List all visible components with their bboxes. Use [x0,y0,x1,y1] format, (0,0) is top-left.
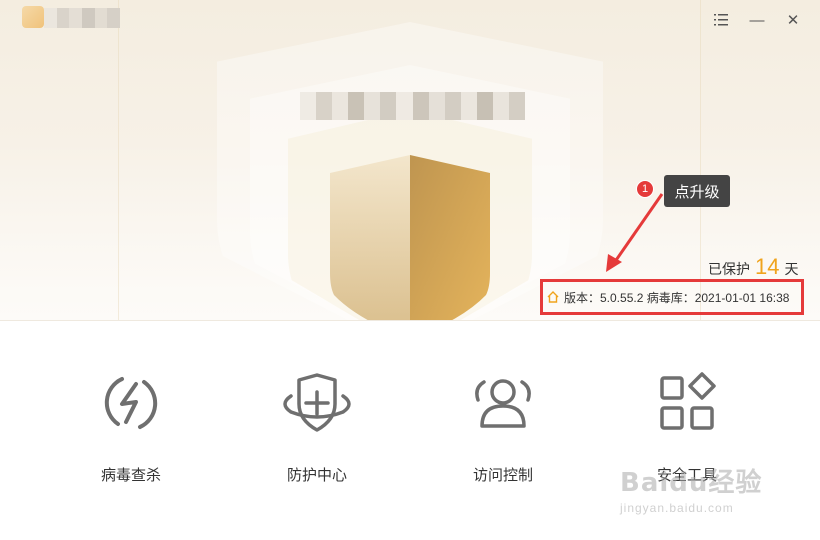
banner-title-blurred [300,92,526,120]
decor-line [118,0,119,320]
close-button[interactable]: ✕ [782,10,804,30]
minimize-button[interactable]: — [746,10,768,30]
feature-virus-scan[interactable]: 病毒查杀 [71,372,191,485]
app-logo [22,6,44,28]
list-menu-icon[interactable] [710,10,732,30]
protected-suffix: 天 [784,261,799,277]
feature-protection-center[interactable]: 防护中心 [257,372,377,485]
baidu-watermark: Baidu经验 jingyan.baidu.com [620,462,790,524]
watermark-sub: jingyan.baidu.com [620,501,734,515]
protected-days: 14 [755,254,780,279]
annotation-arrow-icon [606,193,664,272]
shield-plus-icon [283,373,351,432]
protected-prefix: 已保护 [708,261,750,277]
version-text: 版本：5.0.55.2 病毒库：2021-01-01 16:38 [564,290,790,305]
watermark-main: Baidu经验 [620,468,763,498]
version-info[interactable]: 版本：5.0.55.2 病毒库：2021-01-01 16:38 [540,279,804,315]
decor-line [700,0,701,320]
protection-status: 已保护 14 天 [708,254,798,280]
main-shield-icon [330,155,490,341]
feature-access-control[interactable]: 访问控制 [443,372,563,485]
users-icon [475,379,531,428]
upgrade-home-icon[interactable] [547,291,559,303]
app-title-blurred [44,8,121,28]
feature-label: 访问控制 [472,467,533,484]
feature-label: 病毒查杀 [100,467,161,484]
grid-diamond-icon [660,372,716,430]
feature-label: 防护中心 [286,467,347,484]
lightning-circle-icon [104,377,158,429]
